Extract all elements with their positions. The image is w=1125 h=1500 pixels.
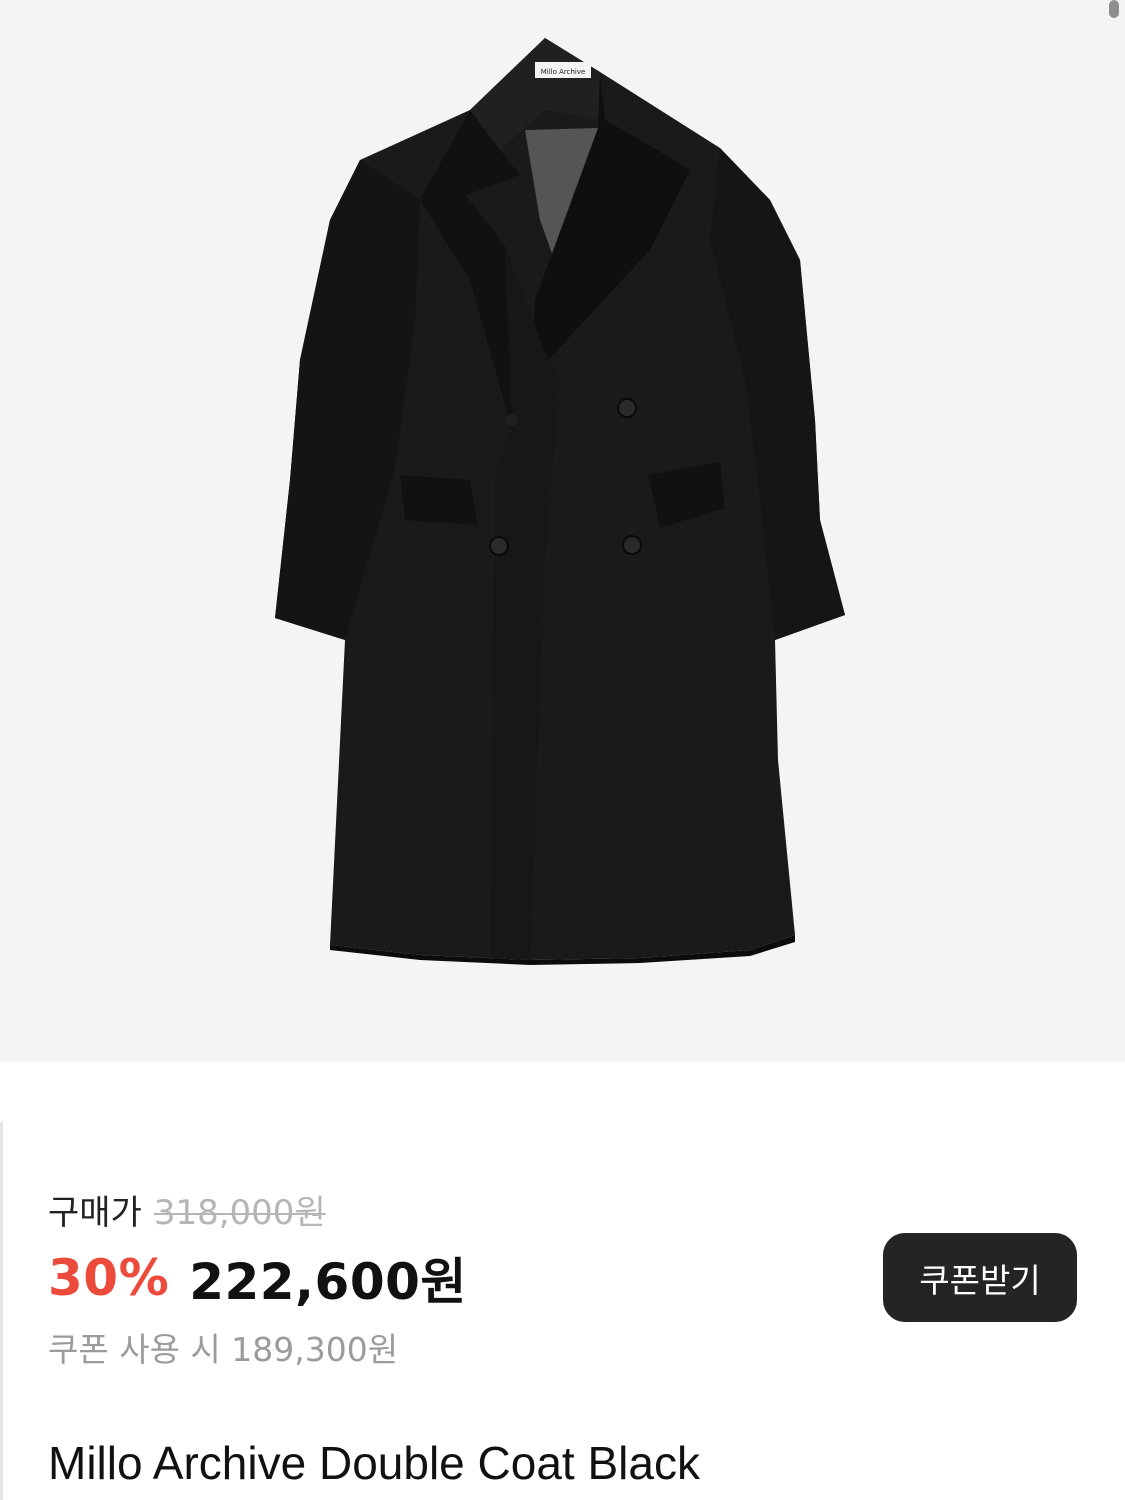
- coupon-price-text: 쿠폰 사용 시 189,300원: [48, 1330, 399, 1369]
- button-bottom-left: [489, 536, 509, 556]
- sale-price-row: 30% 222,600원: [48, 1238, 467, 1318]
- product-page: Millo Archive 구매가 318,000원 30% 222,600원 …: [0, 0, 1125, 1500]
- coat-illustration: Millo Archive: [275, 38, 845, 965]
- coat-label-text: Millo Archive: [541, 68, 586, 76]
- product-title: Millo Archive Double Coat Black: [48, 1437, 700, 1489]
- sale-price: 222,600원: [189, 1253, 467, 1311]
- button-bottom-right: [622, 535, 642, 555]
- price-block: 구매가 318,000원 30% 222,600원 쿠폰 사용 시 189,30…: [48, 1180, 467, 1376]
- button-top-right: [617, 398, 637, 418]
- left-divider: [0, 1122, 3, 1500]
- get-coupon-button[interactable]: 쿠폰받기: [883, 1233, 1077, 1322]
- product-image[interactable]: Millo Archive: [0, 0, 1125, 1062]
- original-price: 318,000원: [153, 1192, 326, 1233]
- purchase-price-row: 구매가 318,000원: [48, 1180, 467, 1238]
- purchase-label: 구매가: [48, 1192, 142, 1233]
- scroll-indicator[interactable]: [1109, 0, 1119, 18]
- button-top-left: [506, 414, 518, 426]
- left-pocket-flap: [400, 475, 478, 525]
- discount-rate: 30%: [48, 1249, 170, 1307]
